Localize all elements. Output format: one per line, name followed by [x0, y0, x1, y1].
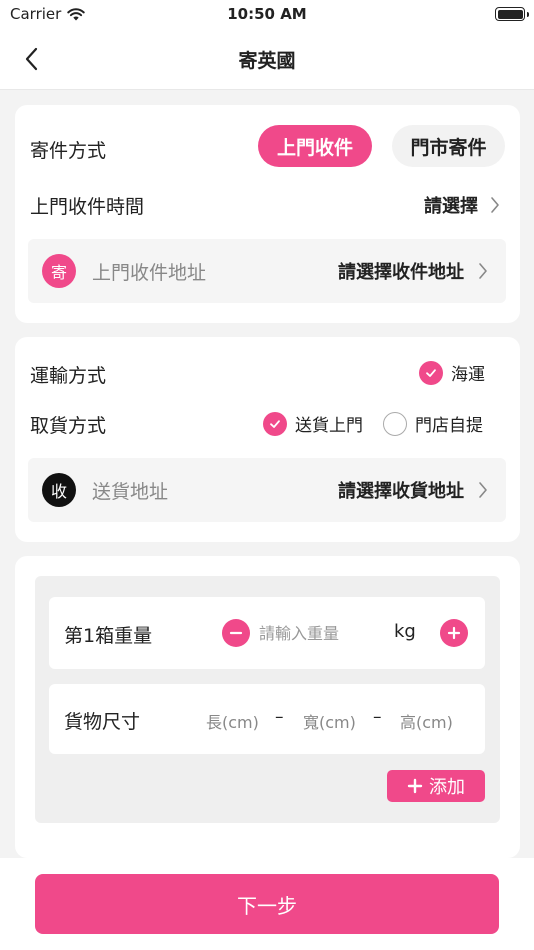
dim-separator: – — [373, 707, 382, 727]
receive-store-pickup-radio[interactable]: 門店自提 — [383, 411, 483, 436]
add-box-label: 添加 — [429, 777, 465, 798]
receive-badge-icon: 收 — [42, 473, 76, 507]
page-title: 寄英國 — [238, 50, 296, 72]
receive-home-delivery-label: 送貨上門 — [295, 416, 363, 436]
delivery-address-select: 請選擇收貨地址 — [338, 477, 488, 503]
chevron-right-icon — [479, 263, 487, 279]
delivery-address-value: 請選擇收貨地址 — [338, 481, 464, 502]
send-method-label: 寄件方式 — [30, 140, 107, 162]
transport-sea-radio[interactable]: 海運 — [419, 360, 485, 385]
pickup-address-value: 請選擇收件地址 — [338, 262, 464, 283]
pickup-time-select[interactable]: 請選擇 — [424, 192, 500, 218]
dim-separator: – — [275, 707, 284, 727]
minus-icon — [229, 631, 243, 635]
pickup-time-label: 上門收件時間 — [30, 196, 145, 218]
increase-weight-button[interactable] — [440, 619, 468, 647]
status-bar: Carrier 10:50 AM — [0, 0, 534, 28]
nav-bar: 寄英國 — [0, 28, 534, 90]
next-step-button[interactable]: 下一步 — [35, 874, 499, 934]
package-card: 第1箱重量 kg 貨物尺寸 長(cm) – 寬(cm) – 高(cm) 添加 — [15, 556, 520, 858]
battery-icon — [495, 7, 529, 21]
radio-empty-icon — [383, 411, 407, 436]
status-time: 10:50 AM — [227, 5, 307, 23]
weight-field: 第1箱重量 kg — [49, 597, 485, 669]
length-input[interactable]: 長(cm) — [206, 709, 259, 733]
decrease-weight-button[interactable] — [222, 619, 250, 647]
checkmark-icon — [419, 360, 443, 385]
package-panel: 第1箱重量 kg 貨物尺寸 長(cm) – 寬(cm) – 高(cm) 添加 — [35, 576, 500, 823]
delivery-address-row[interactable]: 收 送貨地址 請選擇收貨地址 — [28, 458, 506, 522]
option-store-dropoff-button[interactable]: 門市寄件 — [392, 125, 505, 167]
pickup-card: 寄件方式 上門收件 門市寄件 上門收件時間 請選擇 寄 上門收件地址 請選擇收件… — [15, 105, 520, 323]
checkmark-icon — [263, 411, 287, 436]
size-label: 貨物尺寸 — [64, 711, 141, 733]
pickup-address-select: 請選擇收件地址 — [338, 258, 488, 284]
weight-label: 第1箱重量 — [64, 625, 153, 647]
pickup-address-label: 上門收件地址 — [92, 262, 207, 284]
size-field: 貨物尺寸 長(cm) – 寬(cm) – 高(cm) — [49, 684, 485, 754]
option-home-pickup-button[interactable]: 上門收件 — [258, 125, 372, 167]
add-box-button[interactable]: 添加 — [387, 770, 485, 802]
receive-store-pickup-label: 門店自提 — [415, 416, 483, 436]
plus-icon — [447, 626, 461, 640]
width-input[interactable]: 寬(cm) — [303, 709, 356, 733]
height-input[interactable]: 高(cm) — [400, 709, 453, 733]
delivery-address-label: 送貨地址 — [92, 481, 169, 503]
chevron-right-icon — [491, 197, 499, 213]
delivery-card: 運輸方式 海運 取貨方式 送貨上門 門店自提 收 送貨地址 請選擇收貨地址 — [15, 337, 520, 542]
plus-icon — [407, 778, 423, 794]
weight-input[interactable] — [259, 619, 379, 647]
transport-sea-label: 海運 — [451, 365, 485, 385]
chevron-right-icon — [479, 482, 487, 498]
receive-method-label: 取貨方式 — [30, 415, 107, 437]
bottom-bar: 下一步 — [0, 858, 534, 950]
pickup-address-row[interactable]: 寄 上門收件地址 請選擇收件地址 — [28, 239, 506, 303]
transport-method-label: 運輸方式 — [30, 365, 107, 387]
send-badge-icon: 寄 — [42, 254, 76, 288]
weight-unit: kg — [394, 621, 416, 642]
receive-home-delivery-radio[interactable]: 送貨上門 — [263, 411, 363, 436]
pickup-time-value: 請選擇 — [424, 196, 478, 217]
